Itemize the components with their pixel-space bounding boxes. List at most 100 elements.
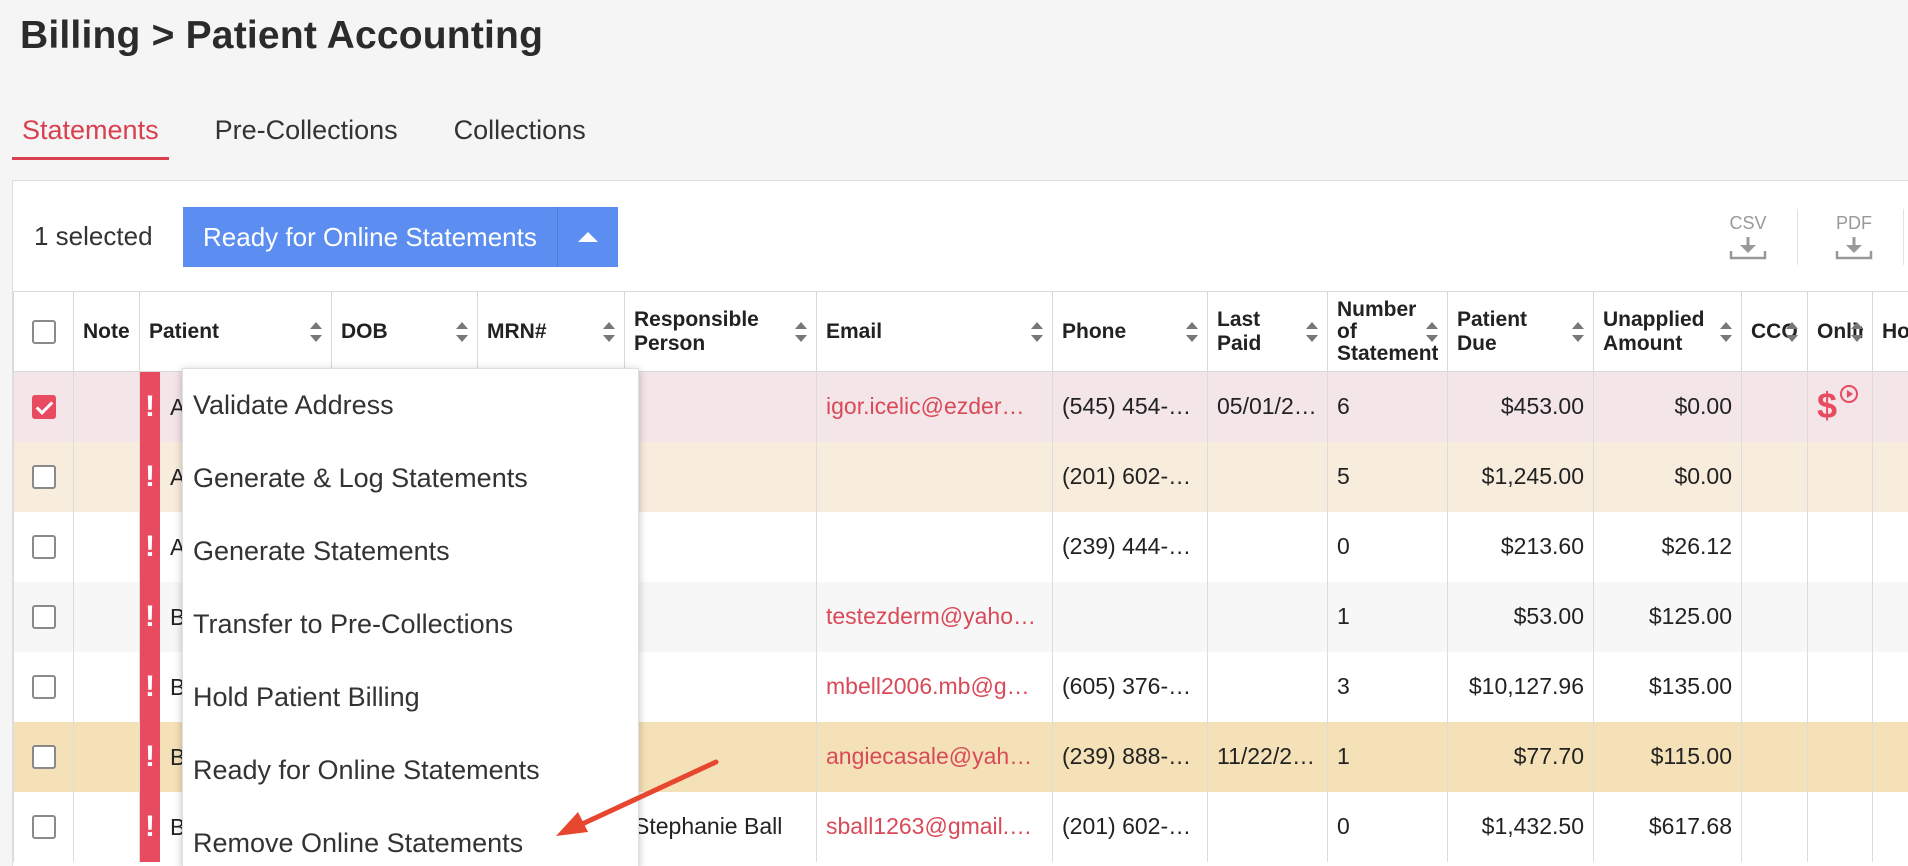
col-header-cco[interactable]: CCO (1741, 291, 1808, 372)
patient-due-cell: $1,245.00 (1447, 441, 1594, 512)
phone-cell: (545) 454-5454 (1052, 371, 1208, 442)
responsible-cell (624, 511, 817, 582)
csv-label: CSV (1729, 213, 1767, 233)
email-cell[interactable] (816, 511, 1053, 582)
sort-icon[interactable] (1306, 321, 1318, 342)
col-header-last-paid[interactable]: Last Paid (1207, 291, 1328, 372)
row-checkbox[interactable] (31, 604, 56, 629)
col-header-num-statements[interactable]: Number of Statements (1327, 291, 1448, 372)
row-checkbox[interactable] (31, 744, 56, 769)
sort-icon[interactable] (795, 321, 807, 342)
menu-item-generate-log-statements[interactable]: Generate & Log Statements (183, 442, 638, 515)
col-header-mrn[interactable]: MRN# (477, 291, 625, 372)
col-header-phone[interactable]: Phone (1052, 291, 1208, 372)
row-checkbox[interactable] (31, 674, 56, 699)
notes-cell (73, 371, 140, 442)
unapplied-cell: $0.00 (1593, 371, 1742, 442)
col-header-email[interactable]: Email (816, 291, 1053, 372)
hold-cell (1872, 441, 1908, 512)
tab-statements[interactable]: Statements (12, 108, 169, 160)
online-statement-icon[interactable]: $ (1817, 384, 1858, 425)
sort-icon[interactable] (1851, 321, 1863, 342)
menu-item-generate-statements[interactable]: Generate Statements (183, 515, 638, 588)
num-statements-cell: 0 (1327, 511, 1448, 582)
sort-icon[interactable] (456, 321, 468, 342)
notes-cell (73, 721, 140, 792)
online-cell (1807, 721, 1873, 792)
num-statements-cell: 1 (1327, 721, 1448, 792)
online-cell (1807, 651, 1873, 722)
caret-up-icon[interactable] (558, 207, 618, 267)
col-header-online[interactable]: Online (1807, 291, 1873, 372)
hold-cell (1872, 721, 1908, 792)
num-statements-cell: 6 (1327, 371, 1448, 442)
sort-icon[interactable] (1186, 321, 1198, 342)
bulk-action-label[interactable]: Ready for Online Statements (183, 207, 558, 267)
row-checkbox[interactable] (31, 464, 56, 489)
sort-icon[interactable] (1720, 321, 1732, 342)
col-header-patient[interactable]: Patient (139, 291, 332, 372)
email-cell[interactable]: testezderm@yahoo.com (816, 581, 1053, 652)
last-paid-cell (1207, 651, 1328, 722)
cco-cell (1741, 511, 1808, 582)
row-checkbox-cell (13, 371, 74, 442)
menu-item-remove-online-statements[interactable]: Remove Online Statements (183, 807, 638, 866)
num-statements-cell: 0 (1327, 791, 1448, 862)
col-header-dob[interactable]: DOB (331, 291, 478, 372)
row-checkbox-cell (13, 651, 74, 722)
responsible-cell (624, 721, 817, 792)
row-checkbox[interactable] (31, 814, 56, 839)
cco-cell (1741, 721, 1808, 792)
online-cell (1807, 791, 1873, 862)
col-header-responsible[interactable]: Responsible Person (624, 291, 817, 372)
tab-pre-collections[interactable]: Pre-Collections (205, 108, 408, 160)
hold-cell (1872, 581, 1908, 652)
bulk-action-menu: Validate Address Generate & Log Statemen… (182, 368, 639, 866)
bulk-action-button[interactable]: Ready for Online Statements (183, 207, 618, 267)
toolbar: 1 selected Ready for Online Statements C… (13, 181, 1908, 291)
col-header-notes[interactable]: Note (73, 291, 140, 372)
tab-collections[interactable]: Collections (444, 108, 596, 160)
col-header-patient-due[interactable]: Patient Due (1447, 291, 1594, 372)
hold-cell (1872, 511, 1908, 582)
menu-item-ready-online-statements[interactable]: Ready for Online Statements (183, 734, 638, 807)
hold-cell (1872, 791, 1908, 862)
alert-flag-icon: ! (140, 651, 160, 722)
patient-due-cell: $1,432.50 (1447, 791, 1594, 862)
select-all-checkbox[interactable] (31, 319, 56, 344)
patient-due-cell: $77.70 (1447, 721, 1594, 792)
row-checkbox[interactable] (31, 394, 56, 419)
responsible-cell (624, 581, 817, 652)
phone-cell: (605) 376-0000 (1052, 651, 1208, 722)
email-cell[interactable]: angiecasale@yahoo.com (816, 721, 1053, 792)
phone-cell: (239) 888-0000 (1052, 721, 1208, 792)
sort-icon[interactable] (603, 321, 615, 342)
col-header-hold[interactable]: Ho (1872, 291, 1908, 372)
download-icon (1835, 237, 1873, 260)
alert-flag-icon: ! (140, 581, 160, 652)
sort-icon[interactable] (1572, 321, 1584, 342)
row-checkbox-cell (13, 791, 74, 862)
online-cell (1807, 581, 1873, 652)
email-cell[interactable]: sball1263@gmail.com (816, 791, 1053, 862)
menu-item-transfer-pre-collections[interactable]: Transfer to Pre-Collections (183, 588, 638, 661)
sort-icon[interactable] (1786, 321, 1798, 342)
col-header-unapplied[interactable]: Unapplied Amount (1593, 291, 1742, 372)
export-divider (1903, 209, 1904, 265)
cco-cell (1741, 581, 1808, 652)
sort-icon[interactable] (310, 321, 322, 342)
row-checkbox[interactable] (31, 534, 56, 559)
play-circle-icon (1840, 384, 1858, 403)
sort-icon[interactable] (1031, 321, 1043, 342)
export-csv-button[interactable]: CSV (1723, 213, 1773, 263)
export-pdf-button[interactable]: PDF (1829, 213, 1879, 263)
menu-item-validate-address[interactable]: Validate Address (183, 369, 638, 442)
menu-item-hold-patient-billing[interactable]: Hold Patient Billing (183, 661, 638, 734)
email-cell[interactable]: igor.icelic@ezderm.com (816, 371, 1053, 442)
unapplied-cell: $115.00 (1593, 721, 1742, 792)
email-cell[interactable]: mbell2006.mb@gmail.com (816, 651, 1053, 722)
row-checkbox-cell (13, 721, 74, 792)
sort-icon[interactable] (1426, 321, 1438, 342)
patient-due-cell: $10,127.96 (1447, 651, 1594, 722)
email-cell[interactable] (816, 441, 1053, 512)
